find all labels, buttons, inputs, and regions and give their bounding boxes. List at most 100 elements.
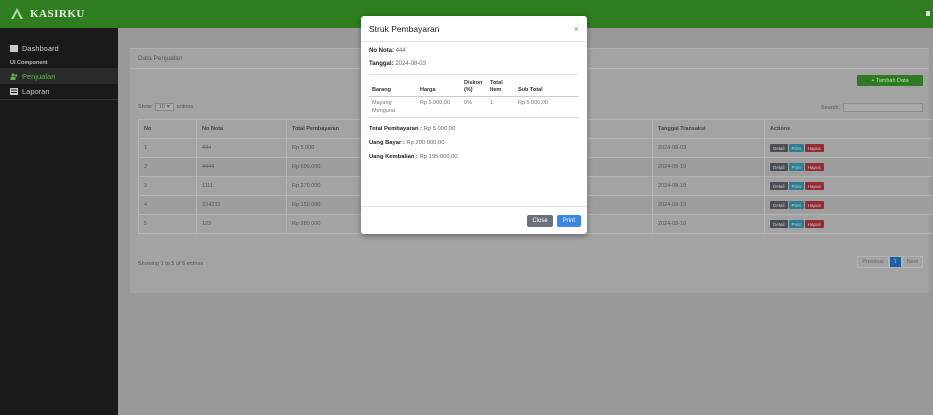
col-header-tanggal[interactable]: Tanggal Transaksi [652,119,765,139]
table-search: Search: [821,103,923,112]
kembali-value: Rp 195.000,00 [419,154,458,160]
sidebar: KASIRKU Dashboard UI Component Penjualan… [0,0,118,415]
cell-actions: Detail Print Hapus [764,176,933,196]
bayar-value: Rp 200.000,00 [406,140,445,146]
sidebar-item-label: Penjualan [22,71,56,81]
cell-nota: 234232 [196,195,287,215]
cell-no: 5 [138,214,197,234]
nota-value: 444 [395,48,406,54]
detail-button[interactable]: Detail [770,220,788,228]
close-icon[interactable]: × [574,24,579,34]
receipt-header-row: Barang Harga Diskon (%) Total Item Sub T… [369,78,579,97]
bayar-label: Uang Bayar : [369,140,405,146]
print-button[interactable]: Print [788,182,804,190]
cell-tanggal: 2024-08-03 [652,138,765,158]
detail-button[interactable]: Detail [770,163,788,171]
item-diskon: 0% [461,96,487,118]
delete-button[interactable]: Hapus [804,144,824,152]
cell-tanggal: 2024-08-10 [652,176,765,196]
cell-nota: 1111 [196,176,287,196]
entries-length-control: Show 10 ▾ entries [138,103,193,111]
cell-nota: 444 [196,138,287,158]
cell-actions: Detail Print Hapus [764,157,933,177]
col-barang: Barang [369,78,417,97]
col-total-item: Total Item [487,78,515,97]
receipt-modal: Struk Pembayaran × No Nota: 444 Tanggal:… [361,16,587,234]
sidebar-item-dashboard[interactable]: Dashboard [0,40,118,56]
cell-no: 3 [138,176,197,196]
sidebar-section-title: UI Component [10,60,48,66]
col-header-no[interactable]: No [138,119,197,139]
detail-button[interactable]: Detail [770,144,788,152]
cell-actions: Detail Print Hapus [764,138,933,158]
receipt-totals: Total Pembayaran : Rp 5.000,00 Uang Baya… [369,126,579,160]
item-harga: Rp 5.000,00 [417,96,461,118]
item-sub-total: Rp 5.000,00 [515,96,579,118]
print-button[interactable]: Print [788,220,804,228]
pagination: Previous 1 Next [857,256,923,268]
cell-no: 2 [138,157,197,177]
cell-nota: 4444 [196,157,287,177]
cell-no: 1 [138,138,197,158]
entries-select[interactable]: 10 ▾ [154,103,174,111]
pagination-next[interactable]: Next [901,256,923,268]
report-icon [10,88,18,95]
cell-tanggal: 2024-08-10 [652,195,765,215]
receipt-nota: No Nota: 444 [369,48,579,54]
item-barang: Mayang Mengurai [369,96,417,118]
modal-header: Struk Pembayaran × [361,16,587,42]
users-icon [10,72,18,80]
detail-button[interactable]: Detail [770,201,788,209]
col-header-nota[interactable]: No Nota [196,119,287,139]
divider [369,74,579,75]
print-button[interactable]: Print [788,144,804,152]
modal-body: No Nota: 444 Tanggal: 2024-08-03 Barang … [361,42,587,160]
dashboard-icon [10,44,18,52]
sidebar-item-penjualan[interactable]: Penjualan [0,68,118,84]
sidebar-item-label: Laporan [22,87,50,96]
show-label: Show [138,104,152,110]
delete-button[interactable]: Hapus [804,201,824,209]
total-label: Total Pembayaran : [369,126,423,132]
delete-button[interactable]: Hapus [804,182,824,190]
delete-button[interactable]: Hapus [804,163,824,171]
delete-button[interactable]: Hapus [804,220,824,228]
close-button[interactable]: Close [527,214,553,227]
cell-nota: 123 [196,214,287,234]
pagination-previous[interactable]: Previous [857,256,889,268]
pagination-page[interactable]: 1 [888,256,902,268]
sidebar-item-laporan[interactable]: Laporan [0,84,118,100]
table-info: Showing 1 to 5 of 5 entries [138,261,204,267]
uang-bayar: Uang Bayar : Rp 200.000,00 [369,140,579,146]
print-button[interactable]: Print [788,201,804,209]
brand-logo-icon [11,8,23,19]
entries-label: entries [176,104,194,110]
chevron-down-icon: ▾ [166,104,170,110]
receipt-item-row: Mayang Mengurai Rp 5.000,00 0% 1 Rp 5.00… [369,96,579,118]
print-receipt-button[interactable]: Print [556,214,581,227]
brand-name: KASIRKU [30,8,85,20]
cell-tanggal: 2024-08-10 [652,214,765,234]
kembali-label: Uang Kembalian : [369,154,418,160]
print-button[interactable]: Print [788,163,804,171]
user-menu-icon[interactable] [926,11,930,16]
search-input[interactable] [843,103,923,112]
cell-actions: Detail Print Hapus [764,195,933,215]
tanggal-label: Tanggal: [369,61,394,67]
add-data-button[interactable]: + Tambah Data [857,75,923,86]
receipt-tanggal: Tanggal: 2024-08-03 [369,61,579,67]
search-label: Search: [821,104,840,111]
sidebar-item-label: Dashboard [22,43,59,53]
receipt-items-table: Barang Harga Diskon (%) Total Item Sub T… [369,78,579,118]
col-header-actions: Actions [764,119,933,139]
total-value: Rp 5.000,00 [423,126,456,132]
cell-no: 4 [138,195,197,215]
brand[interactable]: KASIRKU [0,0,118,28]
detail-button[interactable]: Detail [770,182,788,190]
col-harga: Harga [417,78,461,97]
cell-tanggal: 2024-08-10 [652,157,765,177]
item-total-item: 1 [487,96,515,118]
modal-title: Struk Pembayaran [369,23,440,34]
tanggal-value: 2024-08-03 [395,61,426,67]
modal-footer: Close Print [361,206,587,234]
